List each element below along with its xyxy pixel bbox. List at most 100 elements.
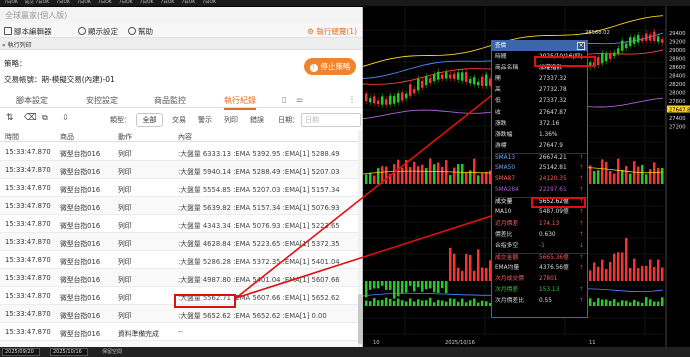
phone-icon[interactable]: ▯ — [282, 95, 286, 104]
filter-print-button[interactable]: 列印 — [224, 115, 238, 125]
tab-execution-log[interactable]: 執行紀錄 — [224, 95, 256, 110]
indicator-bar — [485, 267, 488, 281]
quote-key: MA10 — [495, 209, 512, 216]
more-icon[interactable]: ⋮ — [348, 95, 356, 104]
help-icon — [128, 27, 136, 35]
quote-row: 漲跌幅 1.36% — [495, 131, 587, 141]
indicator-bar — [405, 281, 408, 293]
indicator-bar — [453, 253, 456, 281]
arrow-up-icon: ↑ — [579, 254, 584, 261]
filter-trade-button[interactable]: 交易 — [172, 115, 186, 125]
ticker-item: 7日OK — [181, 0, 196, 5]
quote-key: 成交金額 — [495, 254, 519, 261]
filter-all-button[interactable]: 全部 — [136, 113, 163, 127]
candle-body — [485, 74, 488, 87]
start-date-box[interactable]: 2025/09/20 — [2, 348, 40, 356]
indicator-bar — [369, 281, 372, 290]
lower-bar — [457, 301, 460, 306]
highlight-box-popup-volume — [531, 197, 586, 208]
quote-popup-title[interactable]: 查價 — [492, 41, 587, 51]
display-settings-menu[interactable]: 顯示設定 — [78, 26, 118, 37]
cell-action: 列印 — [118, 258, 132, 266]
clear-icon[interactable]: ⌫ — [24, 113, 37, 123]
tab-product-monitor[interactable]: 商品監控 — [154, 95, 186, 106]
scrollbar-thumb[interactable] — [358, 294, 362, 344]
bottom-bar: 2025/09/20 2025/10/16 保留空間 — [0, 347, 690, 357]
sort-icon[interactable]: ⇅ — [6, 113, 14, 123]
tab-risk-settings[interactable]: 安控設定 — [86, 95, 118, 106]
stop-strategy-button[interactable]: ! 停止策略 — [304, 58, 356, 75]
quote-value: -1 — [539, 242, 545, 249]
quote-value: 153.13 — [539, 287, 560, 294]
filter-bar: ⇅ ⌫ ⧉ ⇩ 類型： 全部 交易 警示 列印 錯誤 日期： 日期 — [0, 111, 362, 128]
candle-body — [473, 77, 476, 85]
account-label: 交易帳號： — [4, 75, 42, 84]
quote-row: 價差比 0.630 ↑ — [495, 231, 587, 241]
log-row[interactable]: 15:33:47.870 微型台指016 列印:大盤量 6333.13 :EMA 5… — [0, 143, 358, 161]
log-row[interactable]: 15:33:47.870 微型台指016 列印:大盤量 5639.82 :EMA 5… — [0, 197, 358, 215]
ticker-item: 7日OK — [160, 0, 175, 5]
script-editor-menu[interactable]: 腳本編輯器 — [4, 26, 52, 37]
log-row[interactable]: 15:33:47.870 微型台指016 資料準備完成 -- — [0, 323, 358, 341]
price-tick: 28400 — [669, 74, 686, 80]
end-date-box[interactable]: 2025/10/16 — [50, 348, 88, 356]
indicator-bar — [457, 267, 460, 281]
column-header-action[interactable]: 動作 — [118, 132, 132, 142]
copy-icon[interactable]: ⧉ — [42, 113, 48, 123]
column-header-product[interactable]: 商品 — [60, 132, 74, 142]
filter-error-button[interactable]: 錯誤 — [250, 115, 264, 125]
x-axis-label: 2025/10/16 — [445, 340, 475, 346]
date-filter-input[interactable]: 日期 — [301, 113, 361, 127]
highlight-box-time — [534, 56, 596, 67]
sliders-icon[interactable]: ⚌ — [296, 95, 303, 104]
candle-body — [429, 78, 432, 83]
lower-bar — [601, 299, 604, 306]
lower-bar — [437, 300, 440, 306]
tab-script-settings[interactable]: 腳本設定 — [16, 95, 48, 106]
lower-bar — [605, 299, 608, 306]
indicator-bar — [401, 281, 404, 294]
log-row[interactable]: 15:33:47.870 微型台指016 列印:大盤量 5554.85 :EMA 5… — [0, 179, 358, 197]
arrow-up-icon: ↑ — [579, 264, 584, 271]
indicator-bar — [409, 281, 412, 286]
help-menu[interactable]: 幫助 — [128, 26, 153, 37]
column-header-time[interactable]: 時間 — [5, 132, 19, 142]
quote-row: 高 27732.78 — [495, 86, 587, 96]
log-row[interactable]: 15:33:47.870 微型台指016 列印:大盤量 5940.14 :EMA 5… — [0, 161, 358, 179]
strategy-window: 全球贏家(個人版) 腳本編輯器 顯示設定 幫助 ⚙ 執行總覽(1) « 執行列印… — [0, 7, 363, 347]
indicator-bar — [609, 262, 612, 281]
indicator-bar — [465, 253, 468, 281]
lower-bar — [609, 300, 612, 306]
indicator-bar — [433, 281, 436, 293]
quote-value: 25142.81 — [539, 165, 567, 171]
log-row[interactable]: 15:33:47.870 微型台指016 列印:大盤量 4628.84 :EMA 5… — [0, 233, 358, 251]
cell-content: :大盤量 5639.82 :EMA 5157.34 :EMA[1] 5076.9… — [178, 204, 340, 212]
log-row[interactable]: 15:33:47.870 微型台指016 列印:大盤量 5286.28 :EMA 5… — [0, 251, 358, 269]
ticker-item: 成交 7日OK — [24, 0, 50, 5]
lower-bar — [473, 298, 476, 306]
lower-bar — [589, 298, 592, 306]
highlight-box-volume — [174, 294, 236, 308]
candle-body — [657, 36, 660, 42]
indicator-bar — [617, 252, 620, 281]
candle-body — [613, 52, 616, 57]
log-row[interactable]: 15:33:47.870 微型台指016 列印:大盤量 4987.80 :EMA 5… — [0, 269, 358, 287]
exec-overview-button[interactable]: ⚙ 執行總覽(1) — [307, 26, 357, 37]
filter-alert-button[interactable]: 警示 — [198, 115, 212, 125]
close-icon[interactable]: × — [577, 42, 585, 50]
export-icon[interactable]: ⇩ — [62, 113, 69, 122]
collapse-bar[interactable]: « 執行列印 — [0, 38, 362, 50]
lower-bar — [469, 300, 472, 306]
indicator-bar — [385, 281, 388, 290]
quote-row: 近月價差 174.13 ↑ — [495, 220, 587, 230]
column-header-content[interactable]: 內容 — [178, 132, 192, 142]
cell-product: 微型台指016 — [60, 294, 101, 302]
quote-value: 27647.87 — [539, 109, 567, 116]
log-row[interactable]: 15:33:47.870 微型台指016 列印:大盤量 4343.34 :EMA 5… — [0, 215, 358, 233]
quote-value: 4376.56億 — [539, 264, 569, 271]
volume-bar — [653, 162, 656, 184]
quote-popup[interactable]: 查價 × 時間 2025/10/16(四) 商品名稱 加權指數開 27337.32 高 27… — [491, 40, 588, 318]
candle-body — [609, 53, 612, 59]
volume-bar — [485, 171, 488, 184]
candle-body — [389, 95, 392, 105]
